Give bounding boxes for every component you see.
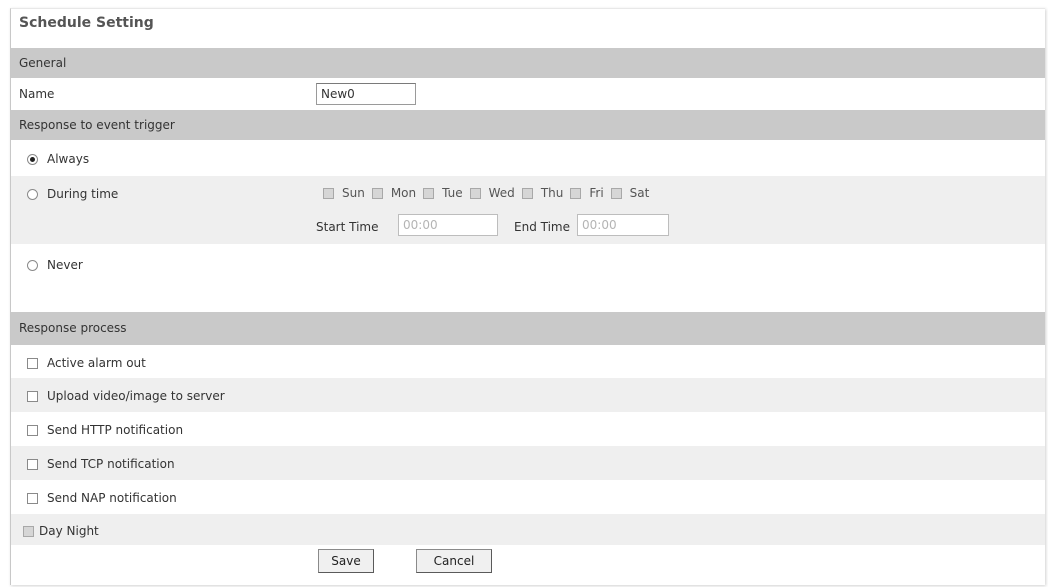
radio-never-label: Never: [47, 258, 83, 272]
send-http-notification-checkbox[interactable]: [27, 424, 38, 436]
process-row: Active alarm out: [11, 345, 1045, 378]
day-thu[interactable]: Thu: [521, 186, 564, 200]
radio-during-time-label: During time: [47, 187, 119, 201]
day-mon-checkbox[interactable]: [371, 187, 383, 199]
end-time-label: End Time: [514, 220, 570, 234]
active-alarm-out-label: Active alarm out: [47, 356, 146, 370]
radio-during-time[interactable]: [27, 188, 38, 200]
process-row: Upload video/image to server: [11, 378, 1045, 412]
save-button[interactable]: Save: [318, 549, 374, 573]
process-item-upload-video-image[interactable]: Upload video/image to server: [27, 389, 225, 403]
day-sun[interactable]: Sun: [323, 186, 365, 200]
upload-video-image-label: Upload video/image to server: [47, 389, 225, 403]
send-tcp-notification-label: Send TCP notification: [47, 457, 175, 471]
day-tue[interactable]: Tue: [423, 186, 463, 200]
day-mon[interactable]: Mon: [371, 186, 417, 200]
trigger-always-row: Always: [11, 140, 1045, 176]
name-row: Name New0: [11, 78, 1045, 110]
name-input[interactable]: New0: [316, 83, 416, 105]
trigger-never-row: Never: [11, 244, 1045, 312]
day-mon-label: Mon: [390, 186, 417, 200]
day-fri-label: Fri: [589, 186, 604, 200]
process-row: Send HTTP notification: [11, 412, 1045, 446]
process-item-send-http[interactable]: Send HTTP notification: [27, 423, 183, 437]
schedule-setting-panel: Schedule Setting General Name New0 Respo…: [10, 8, 1045, 585]
send-tcp-notification-checkbox[interactable]: [27, 458, 38, 470]
cancel-button[interactable]: Cancel: [416, 549, 492, 573]
process-row: Send TCP notification: [11, 446, 1045, 480]
weekday-checkboxes: Sun Mon Tue Wed Thu Fri Sat: [323, 186, 656, 200]
day-sun-label: Sun: [342, 186, 365, 200]
radio-never-option[interactable]: Never: [27, 258, 83, 272]
process-row: Day Night: [11, 514, 1045, 545]
day-wed[interactable]: Wed: [469, 186, 515, 200]
process-item-send-nap[interactable]: Send NAP notification: [27, 491, 177, 505]
day-tue-label: Tue: [442, 186, 463, 200]
day-wed-label: Wed: [488, 186, 515, 200]
start-time-input[interactable]: 00:00: [398, 214, 498, 236]
process-item-send-tcp[interactable]: Send TCP notification: [27, 457, 175, 471]
day-wed-checkbox[interactable]: [469, 187, 481, 199]
send-nap-notification-label: Send NAP notification: [47, 491, 177, 505]
day-sat-checkbox[interactable]: [610, 187, 622, 199]
radio-always[interactable]: [27, 153, 38, 165]
start-time-label: Start Time: [316, 220, 379, 234]
active-alarm-out-checkbox[interactable]: [27, 357, 38, 369]
trigger-during-time-row: During time Sun Mon Tue Wed Thu Fri Sat …: [11, 176, 1045, 244]
day-sat[interactable]: Sat: [610, 186, 650, 200]
section-header-event-trigger: Response to event trigger: [11, 110, 1045, 140]
radio-always-label: Always: [47, 152, 90, 166]
process-item-day-night[interactable]: Day Night: [23, 524, 99, 538]
day-night-checkbox[interactable]: [23, 525, 34, 537]
send-http-notification-label: Send HTTP notification: [47, 423, 184, 437]
radio-always-option[interactable]: Always: [27, 152, 89, 166]
day-thu-checkbox[interactable]: [521, 187, 533, 199]
section-header-general: General: [11, 48, 1045, 78]
day-sat-label: Sat: [629, 186, 650, 200]
day-tue-checkbox[interactable]: [423, 187, 435, 199]
name-label: Name: [19, 87, 55, 101]
process-row: Send NAP notification: [11, 480, 1045, 514]
end-time-input[interactable]: 00:00: [577, 214, 669, 236]
day-night-label: Day Night: [39, 524, 99, 538]
radio-never[interactable]: [27, 259, 38, 271]
send-nap-notification-checkbox[interactable]: [27, 492, 38, 504]
day-fri-checkbox[interactable]: [570, 187, 582, 199]
day-fri[interactable]: Fri: [570, 186, 604, 200]
section-header-response-process: Response process: [11, 312, 1045, 345]
day-sun-checkbox[interactable]: [323, 187, 334, 199]
process-item-active-alarm-out[interactable]: Active alarm out: [27, 356, 146, 370]
radio-during-time-option[interactable]: During time: [27, 187, 118, 201]
upload-video-image-checkbox[interactable]: [27, 390, 38, 402]
page-title: Schedule Setting: [19, 15, 154, 31]
day-thu-label: Thu: [540, 186, 564, 200]
